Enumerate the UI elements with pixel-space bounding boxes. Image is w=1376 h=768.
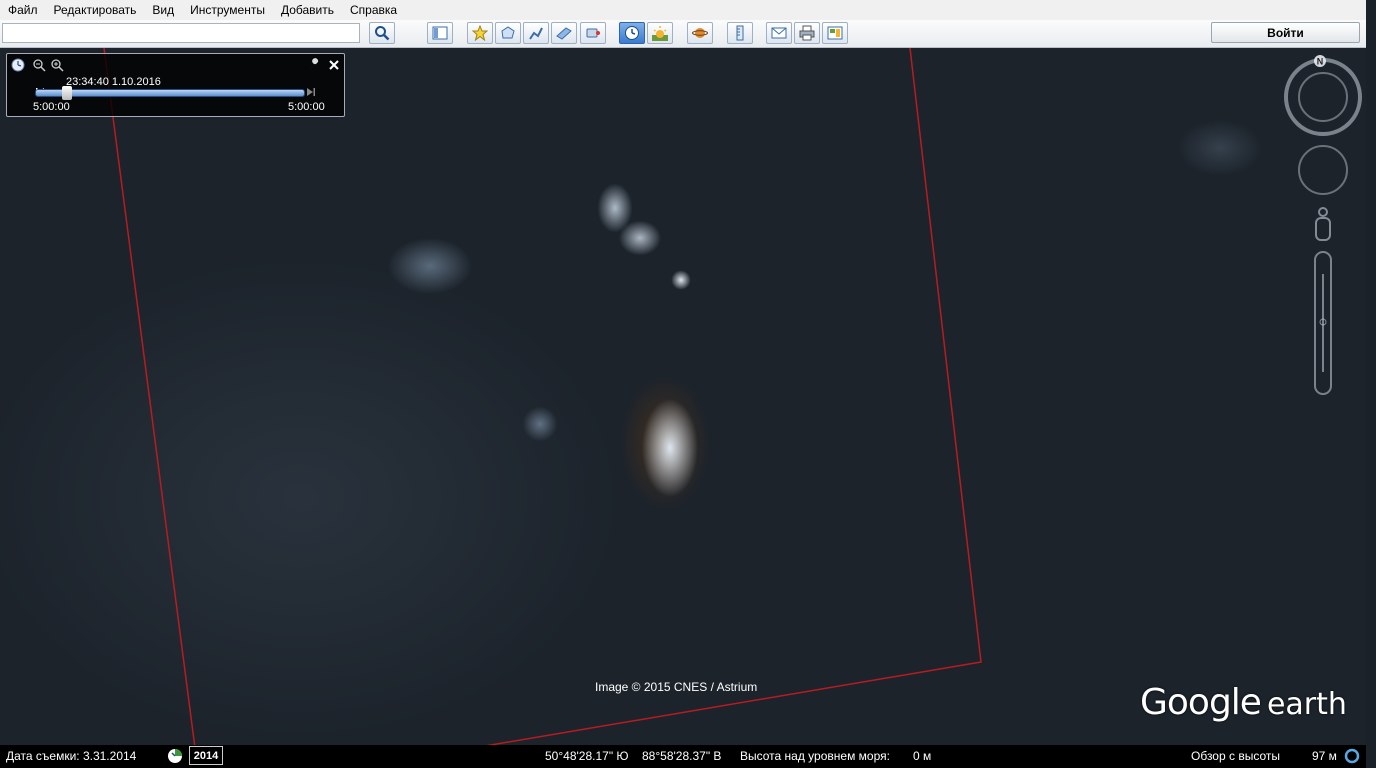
look-joystick[interactable] (1298, 145, 1348, 195)
menu-add[interactable]: Добавить (273, 0, 342, 20)
zoom-slider[interactable] (1314, 251, 1332, 395)
menu-tools[interactable]: Инструменты (182, 0, 273, 20)
image-boundary (103, 48, 196, 745)
menu-view[interactable]: Вид (144, 0, 182, 20)
add-path-button[interactable] (523, 22, 549, 44)
slider-thumb[interactable] (62, 86, 73, 100)
logo-earth-text: earth (1266, 687, 1347, 722)
historical-imagery-slider: 23:34:40 1.10.2016 5:00:00 5:00:00 (6, 53, 345, 117)
planets-icon (692, 28, 708, 38)
search-icon (375, 26, 390, 41)
historical-imagery-icon (625, 26, 639, 40)
print-button[interactable] (794, 22, 820, 44)
elevation-label: Высота над уровнем моря: (740, 749, 890, 763)
wrench-icon[interactable] (308, 58, 322, 72)
planets-button[interactable] (687, 22, 713, 44)
sunlight-icon (652, 26, 668, 41)
slider-end-time: 5:00:00 (288, 101, 325, 113)
toolbar: Войти (0, 20, 1366, 48)
longitude: 88°58'28.37" В (642, 749, 722, 763)
map-view[interactable]: Image © 2015 CNES / Astrium Google earth (0, 48, 1366, 745)
logo-google-text: Google (1140, 682, 1262, 723)
record-tour-button[interactable] (580, 22, 606, 44)
save-image-button[interactable] (822, 22, 848, 44)
search-button[interactable] (369, 22, 395, 44)
menu-edit[interactable]: Редактировать (46, 0, 145, 20)
menu-file[interactable]: Файл (0, 0, 46, 20)
add-placemark-icon (472, 25, 488, 41)
svg-text:N: N (1317, 57, 1324, 67)
add-image-overlay-icon (556, 27, 572, 40)
add-polygon-icon (501, 26, 515, 39)
north-indicator[interactable]: N (1314, 55, 1326, 67)
menu-help[interactable]: Справка (342, 0, 405, 20)
add-image-overlay-button[interactable] (551, 22, 577, 44)
slider-current-time: 23:34:40 1.10.2016 (66, 76, 161, 88)
menu-bar: Файл Редактировать Вид Инструменты Добав… (0, 0, 1366, 21)
navigation-controls: N (1284, 55, 1362, 395)
ruler-button[interactable] (727, 22, 753, 44)
add-path-icon (529, 27, 543, 40)
slider-track[interactable] (35, 89, 305, 97)
imagery-date: Дата съемки: 3.31.2014 (6, 749, 137, 763)
record-tour-icon (586, 28, 600, 38)
close-icon[interactable] (327, 58, 341, 72)
skip-forward-icon[interactable] (306, 87, 316, 97)
streaming-indicator-icon (1344, 748, 1360, 764)
clock-icon (11, 58, 25, 72)
save-image-icon (827, 26, 843, 40)
zoom-in-icon[interactable] (50, 58, 64, 72)
street-view-pegman-icon[interactable] (1315, 207, 1331, 241)
print-icon (799, 25, 815, 41)
email-button[interactable] (766, 22, 792, 44)
map-overlay (103, 48, 982, 745)
latitude: 50°48'28.17" Ю (545, 749, 629, 763)
year-badge[interactable]: 2014 (189, 746, 223, 765)
email-icon (771, 27, 787, 39)
compass-ring[interactable] (1284, 58, 1362, 136)
search-input[interactable] (2, 23, 360, 43)
sign-in-button[interactable]: Войти (1211, 22, 1360, 43)
sidebar-toggle-button[interactable] (427, 22, 453, 44)
status-bar: Дата съемки: 3.31.2014 2014 50°48'28.17"… (0, 745, 1366, 768)
eye-altitude-label: Обзор с высоты (1191, 749, 1280, 763)
sidebar-toggle-icon (432, 26, 448, 40)
elevation-value: 0 м (913, 749, 932, 763)
eye-altitude-value: 97 м (1312, 749, 1337, 763)
add-placemark-button[interactable] (467, 22, 493, 44)
imagery-copyright: Image © 2015 CNES / Astrium (595, 680, 758, 694)
slider-start-time: 5:00:00 (33, 101, 70, 113)
add-polygon-button[interactable] (495, 22, 521, 44)
google-earth-logo: Google earth (1140, 682, 1347, 723)
image-boundary-right (486, 48, 982, 745)
sunlight-button[interactable] (647, 22, 673, 44)
ruler-icon (736, 25, 744, 41)
historical-imagery-button[interactable] (619, 22, 645, 44)
zoom-out-icon[interactable] (32, 58, 46, 72)
historical-clock-icon[interactable] (167, 748, 183, 764)
